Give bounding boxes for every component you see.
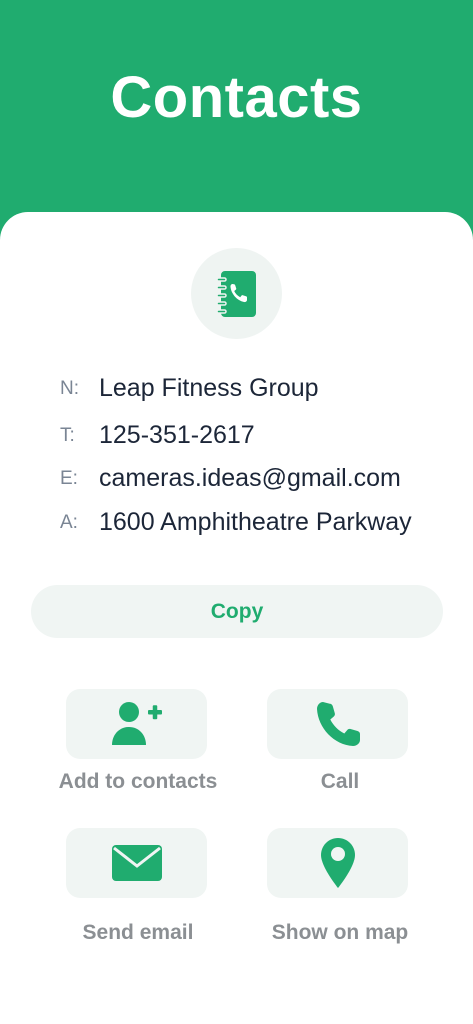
field-phone: T: 125-351-2617 <box>0 417 473 457</box>
header-banner: Contacts <box>0 0 473 240</box>
contact-book-avatar <box>191 248 282 339</box>
call-label: Call <box>320 770 360 793</box>
add-to-contacts-button[interactable] <box>66 689 207 759</box>
phone-icon <box>316 702 360 746</box>
contact-name: Leap Fitness Group <box>99 374 319 402</box>
send-email-button[interactable] <box>66 828 207 898</box>
field-label: T: <box>60 425 75 446</box>
contact-phone: 125-351-2617 <box>99 421 255 449</box>
add-person-icon <box>111 702 162 745</box>
field-label: N: <box>60 378 79 399</box>
contact-address: 1600 Amphitheatre Parkway <box>99 508 412 536</box>
page-title: Contacts <box>110 65 363 130</box>
map-pin-icon <box>320 838 355 888</box>
field-label: A: <box>60 512 78 533</box>
field-address: A: 1600 Amphitheatre Parkway <box>0 504 473 544</box>
copy-button[interactable]: Copy <box>31 585 443 638</box>
contact-email: cameras.ideas@gmail.com <box>99 464 401 492</box>
add-to-contacts-label: Add to contacts <box>58 770 218 793</box>
contact-book-icon <box>215 270 256 317</box>
field-email: E: cameras.ideas@gmail.com <box>0 460 473 500</box>
call-button[interactable] <box>267 689 408 759</box>
field-name: N: Leap Fitness Group <box>0 370 473 410</box>
envelope-icon <box>111 845 162 881</box>
send-email-label: Send email <box>82 921 194 944</box>
show-on-map-label: Show on map <box>271 921 409 944</box>
show-on-map-button[interactable] <box>267 828 408 898</box>
field-label: E: <box>60 468 78 489</box>
